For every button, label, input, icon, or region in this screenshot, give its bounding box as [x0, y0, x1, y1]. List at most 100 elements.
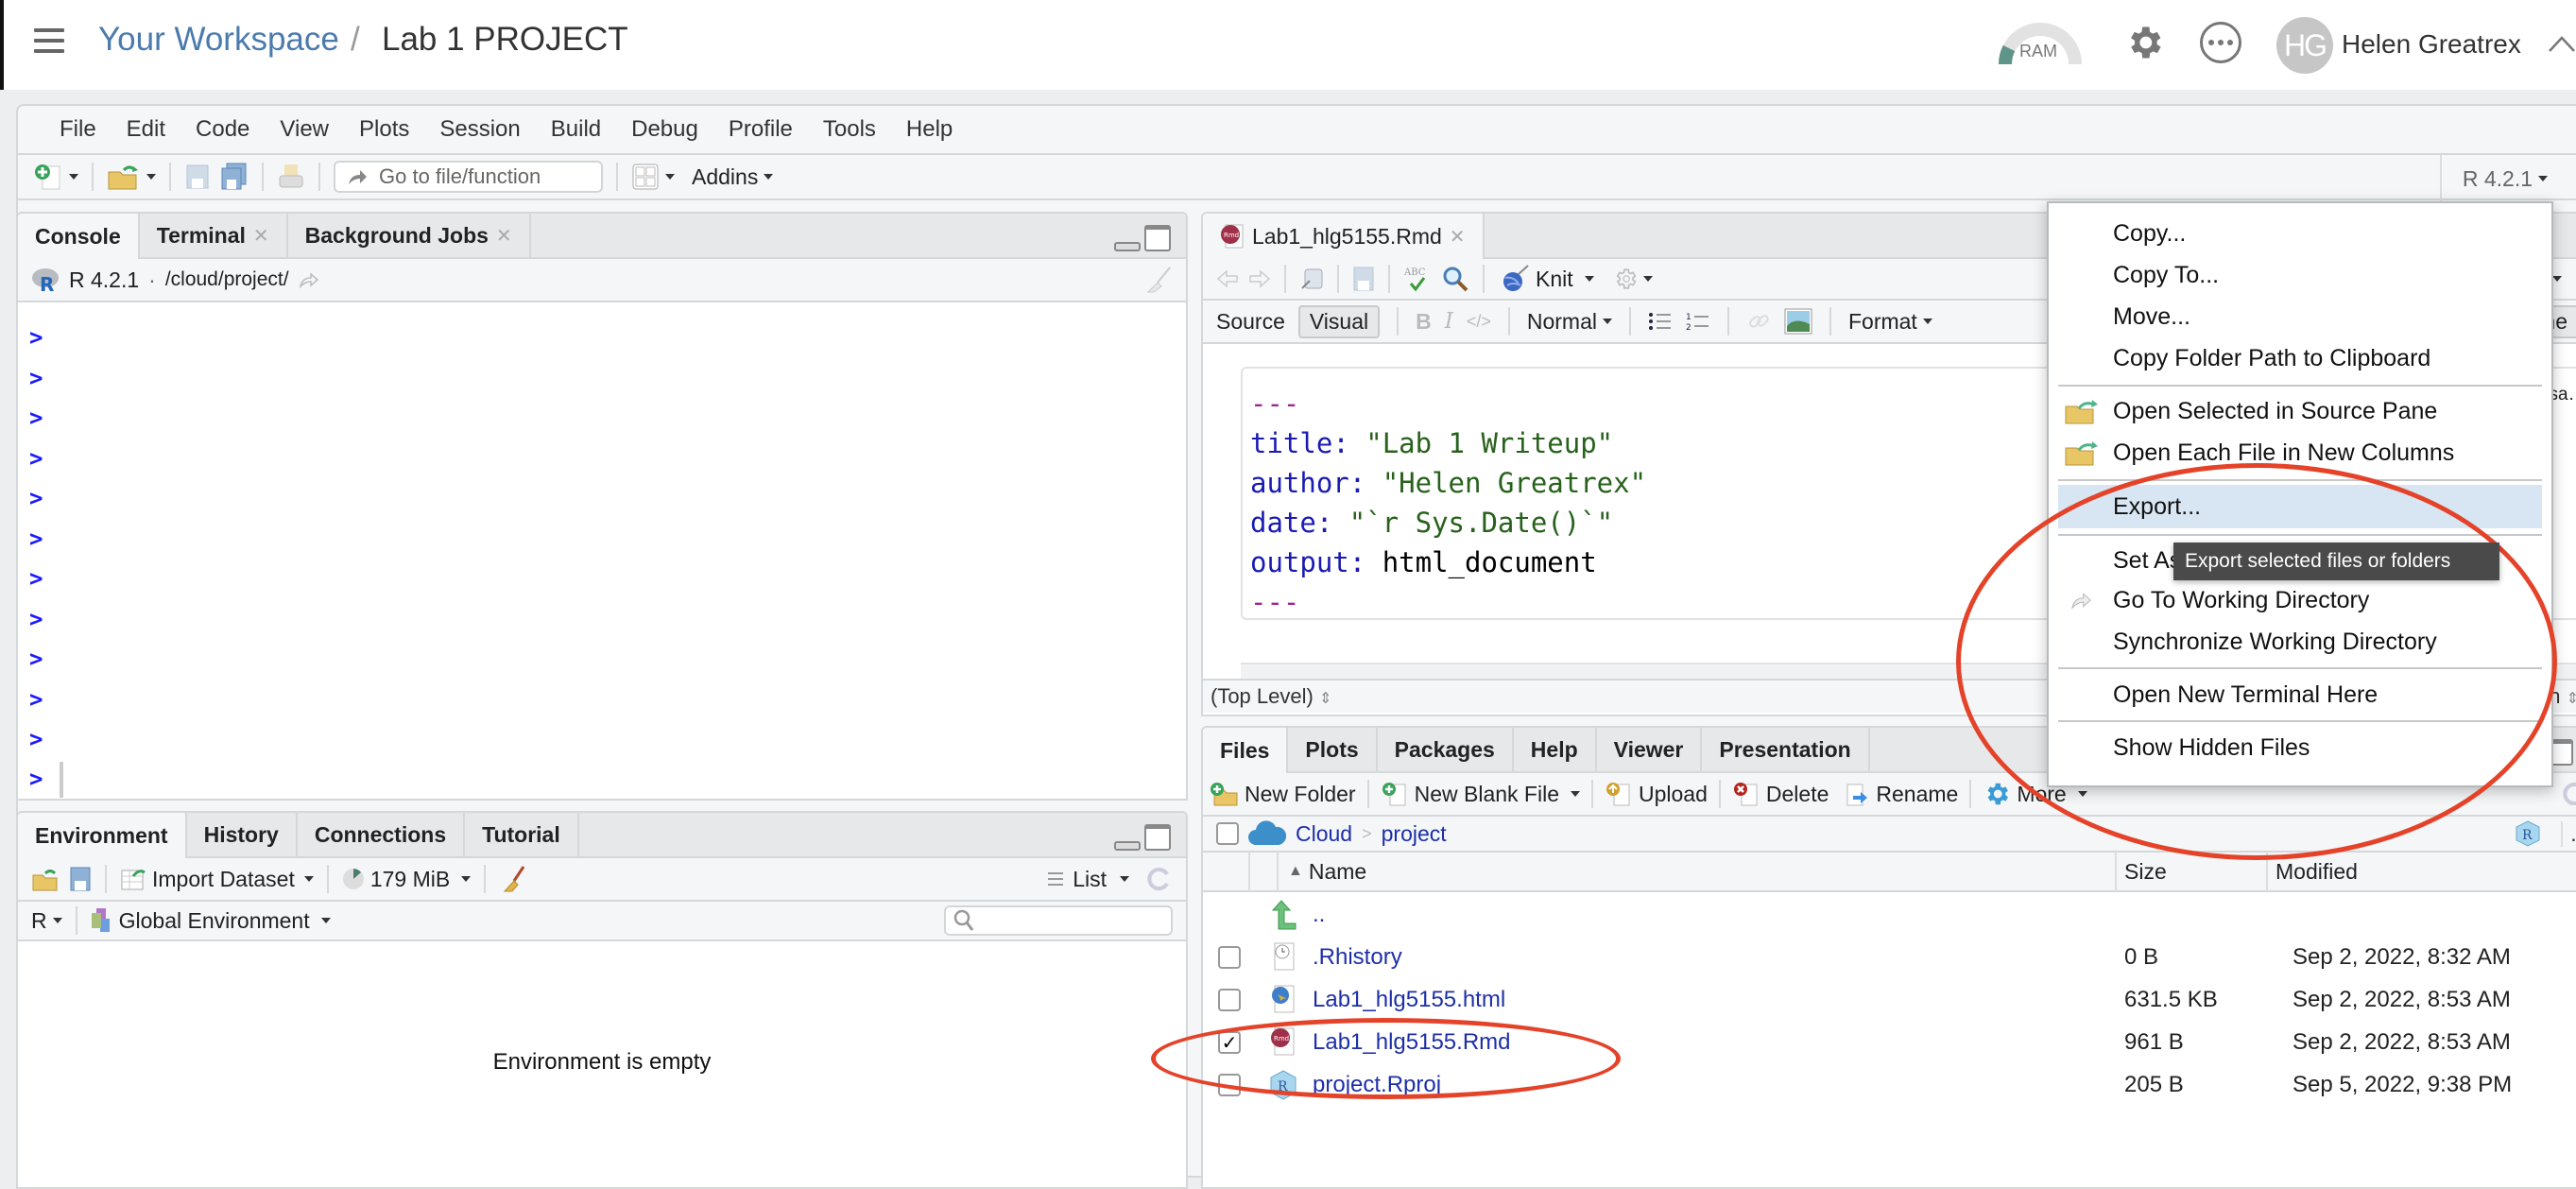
r-version-dropdown[interactable]: R 4.2.1 [2439, 155, 2548, 202]
source-mode-button[interactable]: Source [1216, 309, 1285, 335]
file-name-link[interactable]: Lab1_hlg5155.Rmd [1313, 1029, 1511, 1056]
save-workspace-icon[interactable] [69, 866, 92, 892]
knit-settings-dropdown[interactable] [1613, 267, 1653, 291]
refresh-files-icon[interactable] [2560, 780, 2576, 808]
tab-packages[interactable]: Packages [1378, 728, 1514, 771]
settings-gear-icon[interactable] [2123, 22, 2165, 63]
console-input-line[interactable]: > [29, 760, 1175, 800]
view-mode-dropdown[interactable]: List [1046, 867, 1129, 892]
tab-connections[interactable]: Connections [298, 813, 466, 856]
tab-environment[interactable]: Environment [18, 813, 187, 858]
menu-plots[interactable]: Plots [344, 116, 424, 143]
tab-presentation[interactable]: Presentation [1702, 728, 1870, 771]
tab-viewer[interactable]: Viewer [1597, 728, 1703, 771]
file-checkbox[interactable] [1218, 989, 1241, 1011]
refresh-icon[interactable] [1144, 865, 1173, 893]
menu-item-show-hidden-files[interactable]: Show Hidden Files [2049, 729, 2551, 767]
tab-tutorial[interactable]: Tutorial [465, 813, 579, 856]
tab-files[interactable]: Files [1203, 728, 1289, 773]
minimize-pane-icon[interactable] [1114, 242, 1141, 251]
menu-session[interactable]: Session [424, 116, 535, 143]
console-output[interactable]: > > > > > > > > > > > > [18, 304, 1186, 799]
numbered-list-icon[interactable]: 12 [1686, 311, 1710, 332]
tab-plots[interactable]: Plots [1288, 728, 1378, 771]
memory-usage-dropdown[interactable]: 179 MiB [342, 867, 472, 892]
clear-objects-broom-icon[interactable] [499, 865, 527, 893]
save-icon[interactable] [184, 163, 211, 191]
user-name[interactable]: Helen Greatrex [2342, 29, 2521, 60]
menu-item-copy[interactable]: Copy... [2049, 215, 2551, 252]
scope-dropdown[interactable]: Global Environment [91, 907, 331, 934]
new-file-button[interactable] [33, 163, 78, 191]
format-dropdown[interactable]: Format [1848, 309, 1932, 335]
tab-background-jobs[interactable]: Background Jobs ✕ [288, 214, 531, 257]
file-name-link[interactable]: Lab1_hlg5155.html [1313, 987, 1505, 1013]
menu-file[interactable]: File [44, 116, 112, 143]
file-name-link[interactable]: project.Rproj [1313, 1072, 1441, 1098]
user-avatar[interactable]: HG [2276, 17, 2333, 74]
more-path-button[interactable]: .. [2561, 820, 2576, 847]
menu-code[interactable]: Code [180, 116, 265, 143]
delete-button[interactable]: Delete [1732, 781, 1829, 807]
file-name-link[interactable]: .Rhistory [1313, 944, 1402, 971]
file-row[interactable]: .Rhistory 0 B Sep 2, 2022, 8:32 AM [1203, 937, 2576, 978]
maximize-pane-icon[interactable] [1144, 824, 1171, 851]
show-in-window-icon[interactable] [1299, 267, 1324, 291]
file-checkbox[interactable] [1218, 946, 1241, 969]
maximize-pane-icon[interactable] [1144, 225, 1171, 251]
upload-button[interactable]: Upload [1605, 781, 1708, 807]
go-to-file-input[interactable]: Go to file/function [334, 161, 603, 193]
tab-rmd-file[interactable]: Rmd Lab1_hlg5155.Rmd ✕ [1203, 214, 1485, 259]
print-icon[interactable] [277, 163, 305, 191]
tab-console[interactable]: Console [18, 214, 140, 259]
chevron-up-icon[interactable] [2548, 28, 2576, 57]
menu-edit[interactable]: Edit [112, 116, 180, 143]
block-style-dropdown[interactable]: Normal [1527, 309, 1612, 335]
goto-dir-arrow-icon[interactable] [299, 271, 319, 288]
more-options-icon[interactable] [2200, 22, 2241, 63]
code-icon[interactable]: </> [1467, 312, 1491, 332]
menu-view[interactable]: View [265, 116, 344, 143]
new-folder-button[interactable]: New Folder [1209, 781, 1356, 807]
clear-console-broom-icon[interactable] [1144, 266, 1173, 294]
menu-item-copy-to[interactable]: Copy To... [2049, 256, 2551, 294]
tab-help[interactable]: Help [1514, 728, 1597, 771]
select-all-checkbox[interactable] [1216, 822, 1239, 845]
bold-icon[interactable]: B [1416, 309, 1432, 335]
parent-directory-link[interactable]: .. [1313, 902, 1325, 928]
menu-item-copy-folder-path[interactable]: Copy Folder Path to Clipboard [2049, 339, 2551, 377]
file-row[interactable]: Lab1_hlg5155.html 631.5 KB Sep 2, 2022, … [1203, 979, 2576, 1021]
close-tab-icon[interactable]: ✕ [496, 224, 512, 248]
file-checkbox[interactable] [1218, 1074, 1241, 1096]
menu-profile[interactable]: Profile [713, 116, 808, 143]
forward-arrow-icon[interactable] [1248, 268, 1271, 289]
load-workspace-icon[interactable] [31, 866, 60, 892]
rename-button[interactable]: Rename [1844, 781, 1958, 807]
menu-item-open-selected[interactable]: Open Selected in Source Pane [2049, 392, 2551, 430]
bullet-list-icon[interactable] [1648, 311, 1673, 332]
column-header-modified[interactable]: Modified [2268, 852, 2358, 891]
link-icon[interactable] [1746, 309, 1771, 334]
new-blank-file-dropdown[interactable]: New Blank File [1381, 781, 1580, 807]
file-row-selected[interactable]: ✓ Rmd Lab1_hlg5155.Rmd 961 B Sep 2, 2022… [1203, 1022, 2576, 1063]
file-checkbox-checked[interactable]: ✓ [1218, 1031, 1241, 1054]
open-file-button[interactable] [107, 163, 156, 191]
menu-debug[interactable]: Debug [616, 116, 713, 143]
menu-item-synchronize-working-directory[interactable]: Synchronize Working Directory [2049, 623, 2551, 661]
menu-tools[interactable]: Tools [808, 116, 891, 143]
addins-dropdown[interactable]: Addins [692, 164, 774, 190]
breadcrumb-workspace-link[interactable]: Your Workspace [98, 21, 339, 59]
menu-build[interactable]: Build [536, 116, 616, 143]
save-all-icon[interactable] [220, 163, 249, 191]
breadcrumb-cloud[interactable]: Cloud [1296, 821, 1352, 847]
environment-search-input[interactable] [944, 905, 1173, 936]
menu-item-go-to-working-directory[interactable]: Go To Working Directory [2049, 581, 2551, 619]
go-to-project-dir-icon[interactable]: R [2515, 819, 2541, 848]
parent-directory-row[interactable]: .. [1203, 894, 2576, 936]
insert-image-icon[interactable] [1784, 308, 1812, 335]
pane-layout-button[interactable] [631, 163, 675, 191]
hamburger-menu-icon[interactable] [34, 28, 64, 53]
column-header-name[interactable]: ▲ Name [1279, 852, 2117, 891]
menu-item-open-new-terminal[interactable]: Open New Terminal Here [2049, 676, 2551, 714]
menu-help[interactable]: Help [891, 116, 968, 143]
